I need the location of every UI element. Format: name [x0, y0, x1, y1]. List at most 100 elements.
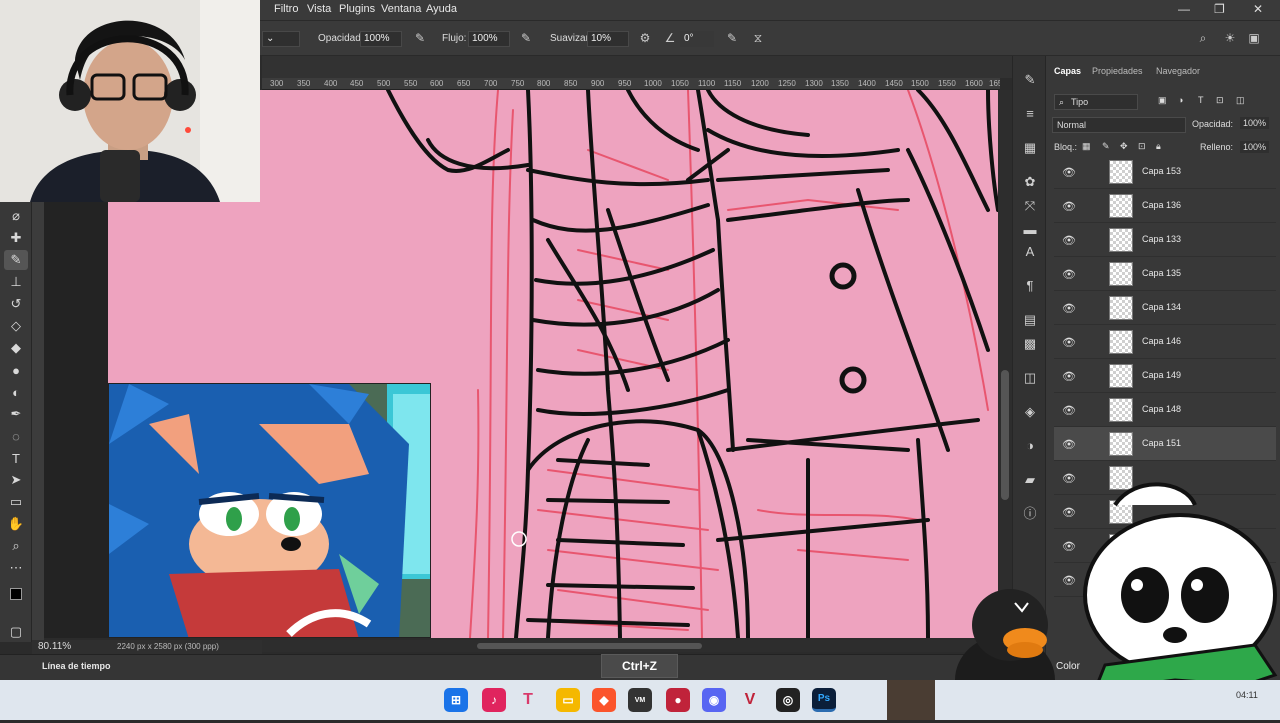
- pressure-size-icon[interactable]: ✎: [724, 31, 740, 47]
- search-icon[interactable]: ⌕: [1195, 31, 1211, 47]
- dodge-icon[interactable]: ◐: [4, 382, 28, 402]
- blend-mode-dropdown[interactable]: Normal: [1052, 117, 1186, 133]
- layer-opacity-value[interactable]: 100%: [1240, 117, 1270, 129]
- file-explorer-icon[interactable]: ▭: [556, 688, 580, 712]
- adjust-layer-icon[interactable]: ◑: [1020, 436, 1040, 456]
- tab-navegador[interactable]: Navegador: [1156, 66, 1200, 76]
- close-icon[interactable]: ✕: [1253, 2, 1263, 16]
- eye-icon[interactable]: 👁︎: [1062, 268, 1076, 281]
- paragraph-icon[interactable]: ¶: [1020, 276, 1040, 296]
- eye-icon[interactable]: 👁︎: [1062, 540, 1076, 553]
- libraries-icon[interactable]: ◫: [1020, 368, 1040, 388]
- horizontal-scrollbar[interactable]: [262, 640, 998, 652]
- discord-icon[interactable]: ◉: [702, 688, 726, 712]
- styles-icon[interactable]: ✿: [1020, 172, 1040, 192]
- histogram-icon[interactable]: ▰: [1020, 470, 1040, 490]
- eraser-icon[interactable]: ◇: [4, 316, 28, 336]
- menu-ayuda[interactable]: Ayuda: [426, 3, 457, 15]
- windows-start-icon[interactable]: ⊞: [444, 688, 468, 712]
- layer-row[interactable]: 👁︎ Capa 149: [1054, 359, 1276, 393]
- path-selection-icon[interactable]: ➤: [4, 470, 28, 490]
- info-icon[interactable]: ⓘ: [1020, 504, 1040, 524]
- valorant-icon[interactable]: V: [738, 688, 762, 712]
- flow-input[interactable]: 100%: [468, 31, 510, 47]
- obs-icon[interactable]: ◎: [776, 688, 800, 712]
- eyedropper-icon[interactable]: ⌀: [4, 206, 28, 226]
- adjustments-icon[interactable]: ≡: [1020, 104, 1040, 124]
- filter-shape-icon[interactable]: ⊡: [1216, 95, 1224, 106]
- lasso-icon[interactable]: ◌: [4, 426, 28, 446]
- layer-row[interactable]: 👁︎ Capa 153: [1054, 155, 1276, 189]
- color-swatches-icon[interactable]: [4, 584, 28, 604]
- layer-row[interactable]: 👁︎ Capa 148: [1054, 393, 1276, 427]
- brush-settings-icon[interactable]: ✎: [1020, 70, 1040, 90]
- filter-smart-icon[interactable]: ◫: [1236, 95, 1245, 106]
- photoshop-icon[interactable]: Ps: [812, 688, 836, 712]
- minimize-icon[interactable]: —: [1178, 2, 1190, 16]
- gear-icon[interactable]: ⚙: [637, 31, 653, 47]
- symmetry-icon[interactable]: ⧖: [750, 31, 766, 47]
- paint-bucket-icon[interactable]: ◆: [4, 338, 28, 358]
- gradients-icon[interactable]: ▤: [1020, 310, 1040, 330]
- blur-icon[interactable]: ●: [4, 360, 28, 380]
- channels-icon[interactable]: ◈: [1020, 402, 1040, 422]
- layer-row[interactable]: 👁︎ Capa 146: [1054, 325, 1276, 359]
- filter-text-icon[interactable]: T: [1198, 95, 1204, 105]
- character-icon[interactable]: A: [1020, 242, 1040, 262]
- comments-icon[interactable]: ▬: [1020, 220, 1040, 240]
- quick-mask-icon[interactable]: ▢: [4, 622, 28, 642]
- layer-row-selected[interactable]: 👁︎ Capa 151: [1054, 427, 1276, 461]
- tiktok-icon[interactable]: ♪: [482, 688, 506, 712]
- lock-artboard-icon[interactable]: ⊡: [1138, 141, 1146, 152]
- brave-icon[interactable]: ◆: [592, 688, 616, 712]
- pen-icon[interactable]: ✒: [4, 404, 28, 424]
- brush-tool-icon[interactable]: ✎: [4, 250, 28, 270]
- menu-plugins[interactable]: Plugins: [339, 3, 375, 15]
- tab-propiedades[interactable]: Propiedades: [1092, 66, 1143, 76]
- eye-icon[interactable]: 👁︎: [1062, 438, 1076, 451]
- eye-icon[interactable]: 👁︎: [1062, 234, 1076, 247]
- menu-vista[interactable]: Vista: [307, 3, 331, 15]
- eye-icon[interactable]: 👁︎: [1062, 370, 1076, 383]
- layer-row[interactable]: 👁︎ Capa 135: [1054, 257, 1276, 291]
- lock-pixels-icon[interactable]: ✎: [1102, 141, 1110, 152]
- zoom-icon[interactable]: ⌕: [4, 536, 28, 556]
- workspace-icon[interactable]: ▣: [1246, 31, 1262, 47]
- type-icon[interactable]: T: [4, 448, 28, 468]
- zoom-level[interactable]: 80.11%: [38, 641, 71, 652]
- healing-brush-icon[interactable]: ✚: [4, 228, 28, 248]
- smoothing-input[interactable]: 10%: [587, 31, 629, 47]
- pressure-opacity-icon[interactable]: ✎: [412, 31, 428, 47]
- filter-pixel-icon[interactable]: ▣: [1158, 95, 1167, 106]
- typora-icon[interactable]: T: [516, 688, 540, 712]
- eye-icon[interactable]: 👁︎: [1062, 200, 1076, 213]
- fill-value[interactable]: 100%: [1240, 141, 1270, 153]
- lock-position-icon[interactable]: ✥: [1120, 141, 1128, 152]
- filter-adjust-icon[interactable]: ◑: [1178, 95, 1183, 105]
- restore-icon[interactable]: ❐: [1214, 2, 1225, 16]
- voicemeeter-icon[interactable]: VM: [628, 688, 652, 712]
- eye-icon[interactable]: 👁︎: [1062, 302, 1076, 315]
- layer-row[interactable]: 👁︎ Capa 136: [1054, 189, 1276, 223]
- lock-all-icon[interactable]: 🔒︎: [1156, 141, 1161, 152]
- layer-filter-dropdown[interactable]: ⌕ Tipo: [1054, 94, 1138, 110]
- timeline-label[interactable]: Línea de tiempo: [42, 661, 111, 671]
- patterns-icon[interactable]: ▩: [1020, 334, 1040, 354]
- more-tools-icon[interactable]: ⋯: [4, 558, 28, 578]
- rectangle-icon[interactable]: ▭: [4, 492, 28, 512]
- eye-icon[interactable]: 👁︎: [1062, 472, 1076, 485]
- eye-icon[interactable]: 👁︎: [1062, 336, 1076, 349]
- swatches-icon[interactable]: ▦: [1020, 138, 1040, 158]
- window-thumbnail[interactable]: [887, 680, 935, 720]
- eye-icon[interactable]: 👁︎: [1062, 506, 1076, 519]
- clone-stamp-icon[interactable]: ⊥: [4, 272, 28, 292]
- lock-transparent-icon[interactable]: ▦: [1082, 141, 1091, 152]
- eye-icon[interactable]: 👁︎: [1062, 404, 1076, 417]
- eye-icon[interactable]: 👁︎: [1062, 166, 1076, 179]
- airbrush-icon[interactable]: ✎: [518, 31, 534, 47]
- history-brush-icon[interactable]: ↺: [4, 294, 28, 314]
- brush-preset-dropdown[interactable]: ⌄: [262, 31, 300, 47]
- tab-capas[interactable]: Capas: [1054, 66, 1081, 76]
- layer-row[interactable]: 👁︎ Capa 134: [1054, 291, 1276, 325]
- lightbulb-icon[interactable]: ☀: [1222, 31, 1238, 47]
